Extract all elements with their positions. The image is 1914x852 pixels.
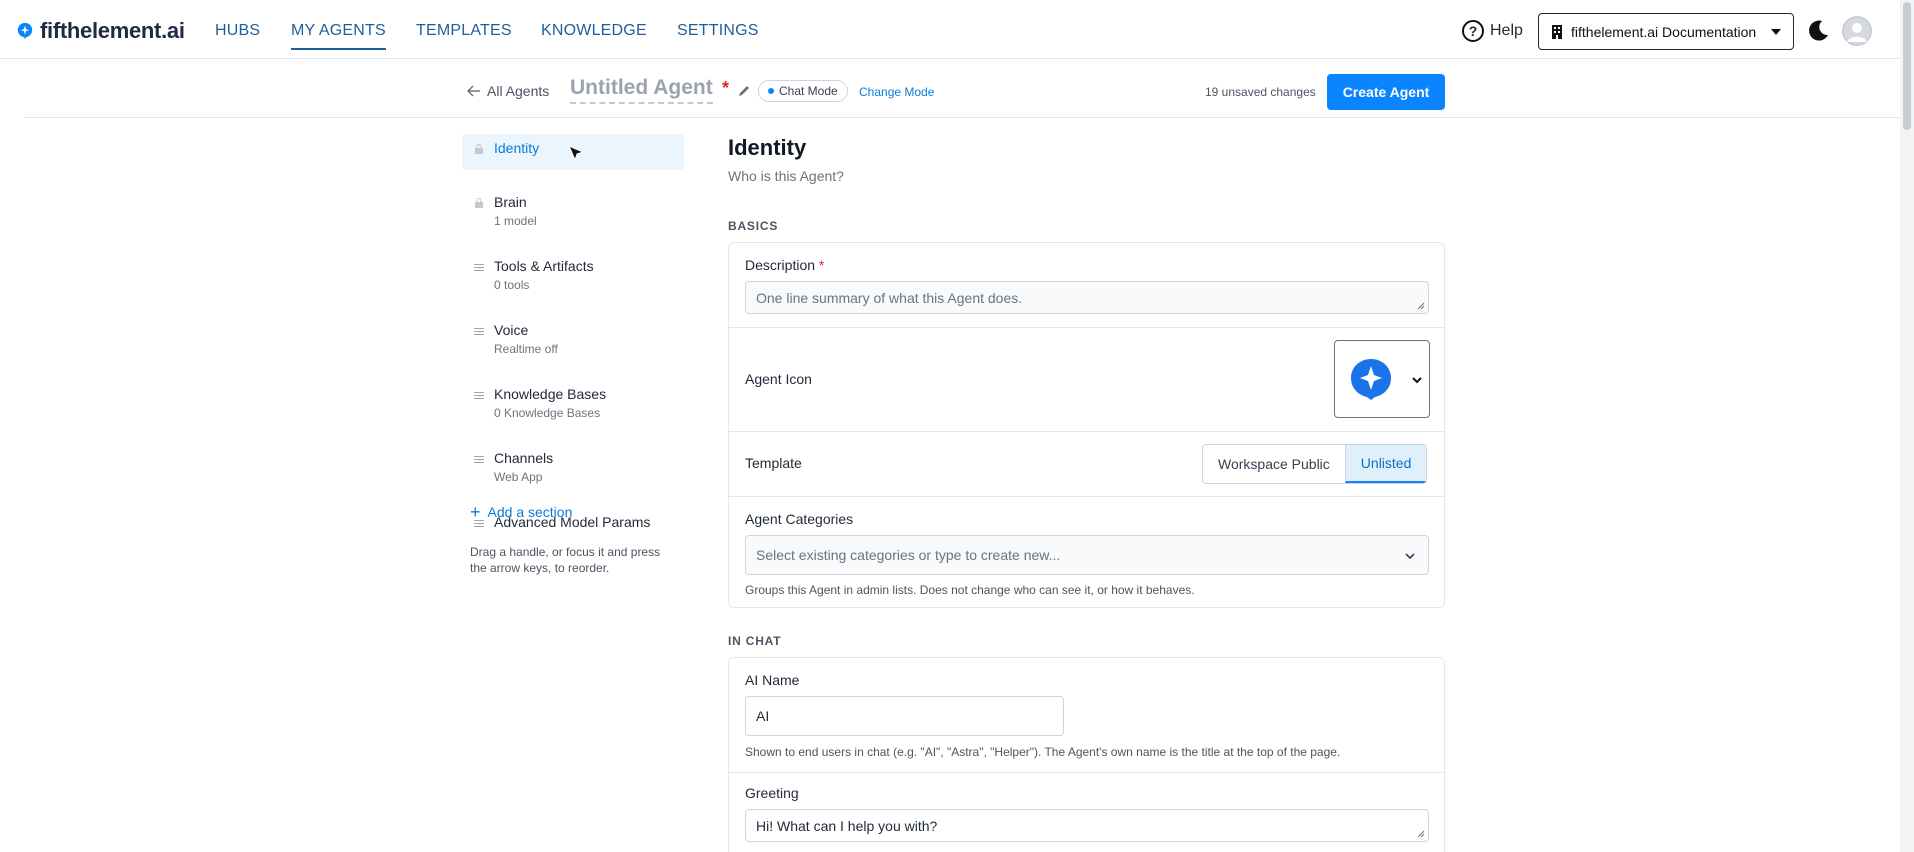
sidebar-item-brain[interactable]: Brain 1 model (462, 188, 684, 234)
add-section-label: Add a section (487, 504, 573, 520)
chevron-down-icon (1405, 553, 1415, 560)
help-label: Help (1490, 22, 1523, 39)
template-label: Template (745, 455, 802, 471)
create-agent-button[interactable]: Create Agent (1327, 74, 1445, 110)
nav-knowledge[interactable]: KNOWLEDGE (541, 22, 647, 40)
greeting-input[interactable]: Hi! What can I help you with? (745, 809, 1429, 842)
sidebar-item-label: Tools & Artifacts (494, 258, 594, 274)
page-subtitle: Who is this Agent? (728, 168, 844, 184)
categories-row: Agent Categories Select existing categor… (729, 497, 1444, 607)
org-select-label: fifthelement.ai Documentation (1571, 23, 1757, 40)
avatar[interactable] (1842, 16, 1872, 46)
resize-handle-icon[interactable] (1417, 830, 1425, 838)
drag-handle-icon[interactable] (474, 264, 484, 272)
description-label: Description * (745, 257, 824, 273)
agent-header (24, 60, 1900, 118)
top-nav: fifthelement.ai HUBS MY AGENTS TEMPLATES… (0, 0, 1900, 59)
page-title: Identity (728, 135, 807, 160)
agent-title[interactable]: Untitled Agent (570, 76, 713, 104)
resize-handle-icon[interactable] (1417, 302, 1425, 310)
brand-logo-icon (17, 22, 33, 40)
drag-handle-icon[interactable] (474, 328, 484, 336)
plus-icon: + (470, 502, 481, 522)
drag-handle-icon[interactable] (474, 456, 484, 464)
nav-settings[interactable]: SETTINGS (677, 22, 759, 40)
building-icon (1552, 24, 1562, 39)
sidebar-item-label: Voice (494, 322, 529, 338)
lock-icon (475, 144, 483, 154)
mode-label: Chat Mode (779, 84, 838, 98)
agent-icon-label: Agent Icon (745, 371, 812, 387)
categories-select[interactable]: Select existing categories or type to cr… (745, 535, 1429, 575)
question-circle-icon: ? (1462, 20, 1484, 42)
categories-label: Agent Categories (745, 511, 854, 527)
sidebar-item-sub: 0 tools (494, 278, 530, 292)
greeting-label: Greeting (745, 785, 799, 801)
drag-hint: Drag a handle, or focus it and press the… (470, 545, 661, 575)
user-avatar-icon (1842, 16, 1872, 46)
in-chat-card: AI Name AI Shown to end users in chat (e… (728, 657, 1445, 852)
nav-my-agents[interactable]: MY AGENTS (291, 22, 386, 50)
mode-badge: Chat Mode (758, 80, 848, 102)
page-scrollbar-thumb[interactable] (1903, 2, 1911, 130)
description-label-text: Description (745, 257, 816, 273)
sidebar-item-tools[interactable]: Tools & Artifacts 0 tools (462, 252, 684, 298)
agent-icon-row: Agent Icon (729, 328, 1444, 432)
moon-icon[interactable] (1805, 18, 1831, 44)
sidebar-item-sub: Realtime off (494, 342, 558, 356)
template-option-unlisted[interactable]: Unlisted (1344, 445, 1427, 483)
chevron-down-icon (1412, 377, 1422, 384)
sidebar-item-sub: 1 model (494, 214, 537, 228)
back-label: All Agents (487, 83, 550, 99)
nav-hubs[interactable]: HUBS (215, 22, 260, 40)
greeting-row: Greeting Hi! What can I help you with? (729, 773, 1444, 852)
brand-name: fifthelement.ai (40, 18, 185, 43)
drag-handle-icon[interactable] (474, 392, 484, 400)
sparkle-agent-icon (1351, 359, 1391, 400)
pencil-icon[interactable] (737, 84, 751, 98)
ai-name-input[interactable]: AI (745, 696, 1064, 736)
sidebar-item-sub: 0 Knowledge Bases (494, 406, 601, 420)
description-placeholder: One line summary of what this Agent does… (756, 289, 1023, 306)
mouse-cursor-icon (568, 145, 585, 162)
template-toggle: Workspace Public Unlisted (1202, 444, 1428, 484)
ai-name-row: AI Name AI Shown to end users in chat (e… (729, 658, 1444, 773)
ai-name-help: Shown to end users in chat (e.g. "AI", "… (745, 745, 1341, 759)
help-button[interactable]: ? Help (1462, 20, 1523, 42)
description-row: Description * One line summary of what t… (729, 243, 1444, 328)
change-mode-link[interactable]: Change Mode (859, 85, 934, 99)
sidebar-item-channels[interactable]: Channels Web App (462, 444, 684, 490)
sidebar-item-label: Knowledge Bases (494, 386, 607, 402)
template-option-workspace-public[interactable]: Workspace Public (1203, 445, 1345, 483)
greeting-value: Hi! What can I help you with? (756, 817, 938, 834)
agent-icon-picker[interactable] (1334, 340, 1430, 418)
arrow-left-icon (467, 85, 480, 97)
nav-templates[interactable]: TEMPLATES (416, 22, 512, 40)
mode-dot-icon (768, 88, 774, 94)
description-input[interactable]: One line summary of what this Agent does… (745, 281, 1429, 314)
ai-name-label: AI Name (745, 672, 800, 688)
basics-card: Description * One line summary of what t… (728, 242, 1445, 608)
brand[interactable]: fifthelement.ai (16, 18, 185, 44)
sidebar-item-knowledge-bases[interactable]: Knowledge Bases 0 Knowledge Bases (462, 380, 684, 426)
back-to-agents-link[interactable]: All Agents (467, 83, 549, 99)
categories-help: Groups this Agent in admin lists. Does n… (745, 583, 1195, 597)
categories-placeholder: Select existing categories or type to cr… (756, 547, 1061, 563)
unsaved-changes-count: 19 unsaved changes (1205, 85, 1316, 99)
sidebar-item-label: Channels (494, 450, 554, 466)
add-section-button[interactable]: + Add a section (470, 502, 573, 522)
sidebar-item-sub: Web App (494, 470, 543, 484)
agent-title-required-mark: * (722, 78, 730, 98)
sidebar-item-label: Brain (494, 194, 527, 210)
section-sidebar: Identity Brain 1 model Tools & Artifacts… (462, 134, 684, 554)
basics-section-label: BASICS (728, 219, 779, 233)
in-chat-section-label: IN CHAT (728, 634, 782, 648)
lock-icon (475, 198, 483, 208)
caret-down-icon (1771, 28, 1781, 35)
org-select[interactable]: fifthelement.ai Documentation (1538, 13, 1794, 50)
sidebar-item-voice[interactable]: Voice Realtime off (462, 316, 684, 362)
required-mark: * (818, 257, 825, 273)
template-row: Template Workspace Public Unlisted (729, 432, 1444, 497)
